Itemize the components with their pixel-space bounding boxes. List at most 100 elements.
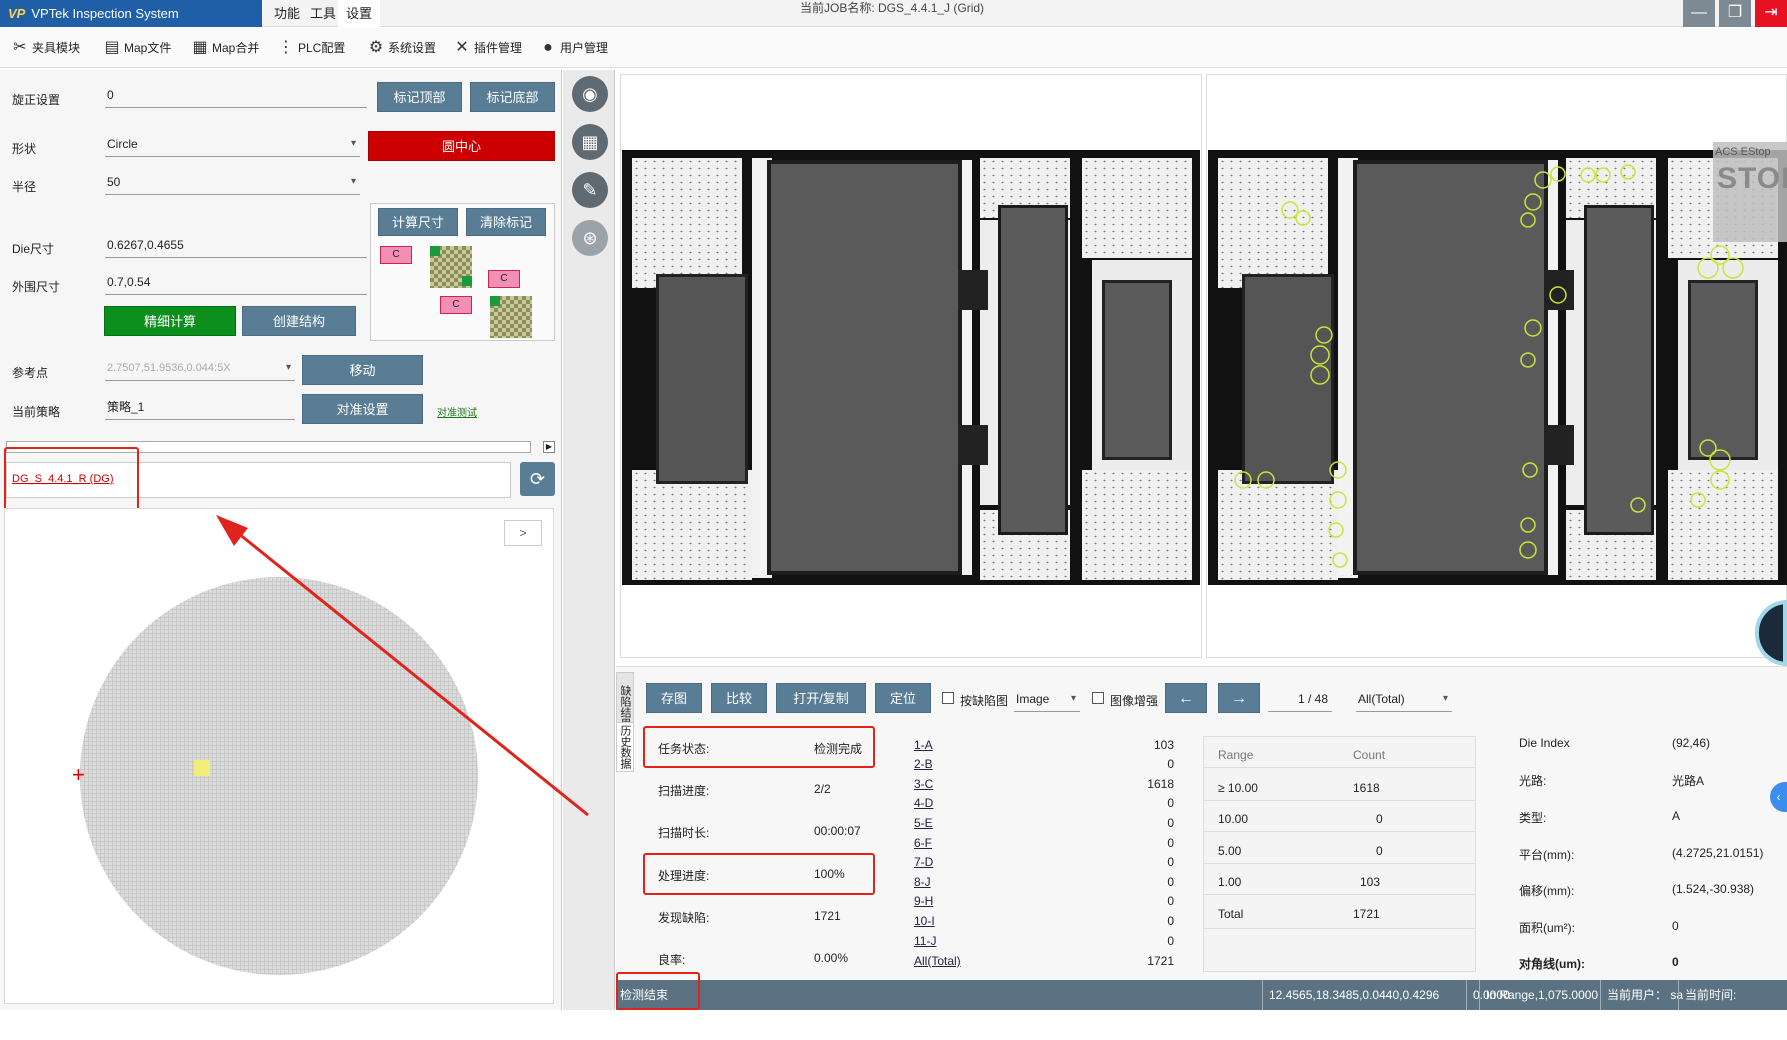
page-indicator[interactable]: 1 / 48 (1268, 688, 1332, 712)
align-test-link[interactable]: 对准测试 (437, 404, 477, 419)
platform-label: 平台(mm): (1519, 848, 1575, 862)
wafer-view-button[interactable]: ⊛ (572, 220, 608, 256)
area-label: 面积(um²): (1519, 921, 1575, 935)
save-image-button[interactable]: 存图 (646, 683, 702, 713)
align-settings-button[interactable]: 对准设置 (302, 394, 423, 424)
mark-bottom-button[interactable]: 标记底部 (470, 82, 555, 112)
toolbar-label: PLC配置 (298, 41, 346, 55)
circle-center-button[interactable]: 圆中心 (368, 131, 555, 161)
diagonal-value: 0 (1672, 955, 1679, 969)
wafer-map[interactable] (80, 577, 478, 975)
status-label-yield: 良率: (658, 953, 686, 967)
scroll-right-button[interactable]: ▶ (543, 441, 555, 453)
toolbar-fixture-module[interactable]: ✂ 夹具模块 (8, 34, 80, 62)
category-count: 0 (1167, 816, 1174, 830)
category-link[interactable]: 7-D (914, 855, 933, 869)
process-progress-highlight (643, 853, 875, 895)
die-corner-marker (430, 246, 440, 256)
reference-image[interactable] (622, 150, 1200, 585)
die-size-label: Die尺寸 (12, 242, 55, 256)
category-link[interactable]: 11-J (914, 934, 936, 948)
result-panel (616, 666, 1787, 980)
clear-mark-button[interactable]: 清除标记 (466, 208, 546, 236)
toolbar-label: 系统设置 (388, 41, 437, 55)
open-copy-button[interactable]: 打开/复制 (776, 683, 866, 713)
filter-select[interactable]: All(Total) (1356, 688, 1452, 712)
toolbar-user-manage[interactable]: ● 用户管理 (536, 34, 608, 62)
mark-top-button[interactable]: 标记顶部 (377, 82, 462, 112)
category-link[interactable]: 1-A (914, 738, 933, 752)
toolbar-plugin-manage[interactable]: ✕ 插件管理 (450, 34, 522, 62)
toolbar-plc-config[interactable]: ⋮ PLC配置 (274, 34, 345, 62)
estop-panel[interactable]: ACS.EStop STOP (1713, 142, 1787, 242)
toolbar-system-settings[interactable]: ⚙ 系统设置 (364, 34, 436, 62)
ref-point-input[interactable]: 2.7507,51.9536,0.044:5X (105, 357, 295, 381)
chip-marker: C (380, 246, 412, 264)
radius-select[interactable]: 50 (105, 171, 360, 195)
toolbar-label: 用户管理 (560, 41, 609, 55)
merge-icon: ▦ (192, 39, 208, 56)
user-icon: ● (543, 39, 553, 56)
close-button[interactable]: ⇥ (1755, 0, 1787, 27)
category-link[interactable]: 9-H (914, 894, 933, 908)
toolbar-label: Map合并 (212, 41, 260, 55)
category-link[interactable]: 6-F (914, 836, 932, 850)
category-link[interactable]: 4-D (914, 796, 933, 810)
range-cell: ≥ 10.00 (1218, 781, 1258, 795)
side-toolbar (563, 70, 615, 1010)
app-logo: VP (8, 6, 26, 21)
tools-icon: ✕ (455, 39, 469, 56)
die-corner-marker (490, 296, 500, 306)
toolbar-map-file[interactable]: ▤ Map文件 (100, 34, 171, 62)
prev-button[interactable]: ← (1165, 683, 1207, 713)
restore-button[interactable]: ❐ (1719, 0, 1751, 27)
image-mode-select[interactable]: Image (1014, 688, 1080, 712)
status-value-yield: 0.00% (814, 951, 849, 965)
rotation-input[interactable]: 0 (105, 84, 367, 108)
create-struct-button[interactable]: 创建结构 (242, 306, 356, 336)
status-label-scan: 扫描进度: (658, 784, 710, 798)
status-message-highlight (616, 972, 700, 1010)
category-link[interactable]: All(Total) (914, 954, 961, 968)
map-nav-button[interactable]: > (504, 520, 542, 546)
outer-size-input[interactable]: 0.7,0.54 (105, 271, 367, 295)
defect-image[interactable] (1208, 150, 1787, 585)
shape-select[interactable]: Circle (105, 133, 360, 157)
file-icon: ▤ (104, 39, 120, 56)
grid-icon: ▦ (581, 132, 599, 152)
calc-size-button[interactable]: 计算尺寸 (378, 208, 458, 236)
category-count: 0 (1167, 855, 1174, 869)
defect-overlay-checkbox[interactable] (942, 692, 954, 704)
selected-die (194, 760, 210, 776)
measure-button[interactable]: ✎ (572, 172, 608, 208)
locate-button[interactable]: 定位 (875, 683, 931, 713)
status-label-defects: 发现缺陷: (658, 911, 710, 925)
compare-button[interactable]: 比较 (711, 683, 767, 713)
menu-settings[interactable]: 设置 (338, 0, 381, 27)
fine-calc-button[interactable]: 精细计算 (104, 306, 236, 336)
count-cell: 0 (1376, 844, 1383, 858)
next-button[interactable]: → (1218, 683, 1260, 713)
strategy-input[interactable]: 策略_1 (105, 396, 295, 420)
refresh-recipe-button[interactable]: ⟳ (520, 462, 555, 496)
die-size-input[interactable]: 0.6267,0.4655 (105, 234, 367, 258)
category-link[interactable]: 10-I (914, 914, 935, 928)
status-range: In Range,1,075.0000 (1479, 980, 1604, 1010)
category-link[interactable]: 8-J (914, 875, 931, 889)
count-cell: 103 (1360, 875, 1381, 889)
toolbar-map-merge[interactable]: ▦ Map合并 (188, 34, 259, 62)
tab-history-data[interactable]: 历史数据 (616, 722, 634, 772)
range-cell: 10.00 (1218, 812, 1249, 826)
enhance-checkbox[interactable] (1092, 692, 1104, 704)
category-count: 1721 (1147, 954, 1174, 968)
category-link[interactable]: 5-E (914, 816, 933, 830)
move-button[interactable]: 移动 (302, 355, 423, 385)
camera-button[interactable]: ◉ (572, 76, 608, 112)
category-link[interactable]: 3-C (914, 777, 933, 791)
category-count: 0 (1167, 757, 1174, 771)
category-link[interactable]: 2-B (914, 757, 933, 771)
grid-button[interactable]: ▦ (572, 124, 608, 160)
minimize-button[interactable]: — (1683, 0, 1715, 27)
range-cell: Total (1218, 907, 1244, 921)
status-value-scan: 2/2 (814, 782, 831, 796)
